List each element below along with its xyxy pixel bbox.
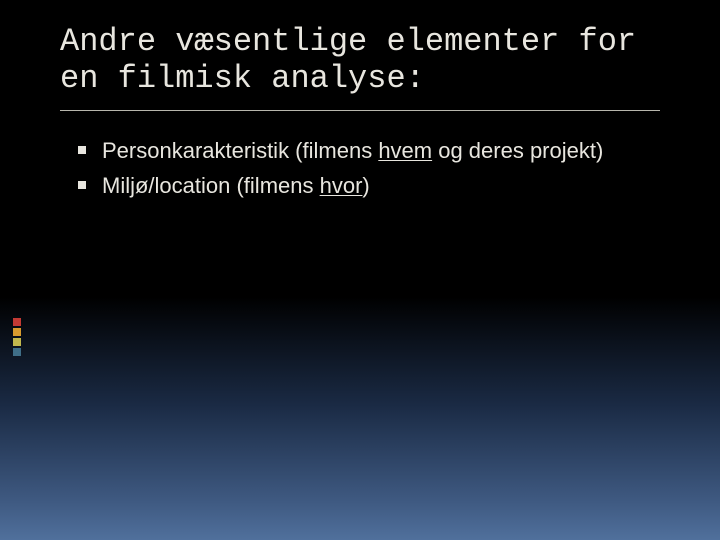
accent-bar-red [13, 318, 21, 326]
bullet-text-pre: Miljø/location (filmens [102, 173, 320, 198]
list-item: Personkarakteristik (filmens hvem og der… [74, 136, 660, 165]
title-underline [60, 110, 660, 111]
bullet-text-post: og deres projekt) [432, 138, 603, 163]
bullet-text-underline: hvem [378, 138, 432, 163]
accent-bar-blue [13, 348, 21, 356]
bullet-text-pre: Personkarakteristik (filmens [102, 138, 378, 163]
accent-bar-orange [13, 328, 21, 336]
bullet-text-post: ) [362, 173, 369, 198]
accent-bar-olive [13, 338, 21, 346]
bullet-text-underline: hvor [320, 173, 363, 198]
bullet-list: Personkarakteristik (filmens hvem og der… [74, 136, 660, 206]
list-item: Miljø/location (filmens hvor) [74, 171, 660, 200]
slide-title: Andre væsentlige elementer for en filmis… [60, 24, 680, 98]
accent-bars [13, 318, 21, 358]
slide: Andre væsentlige elementer for en filmis… [0, 0, 720, 540]
